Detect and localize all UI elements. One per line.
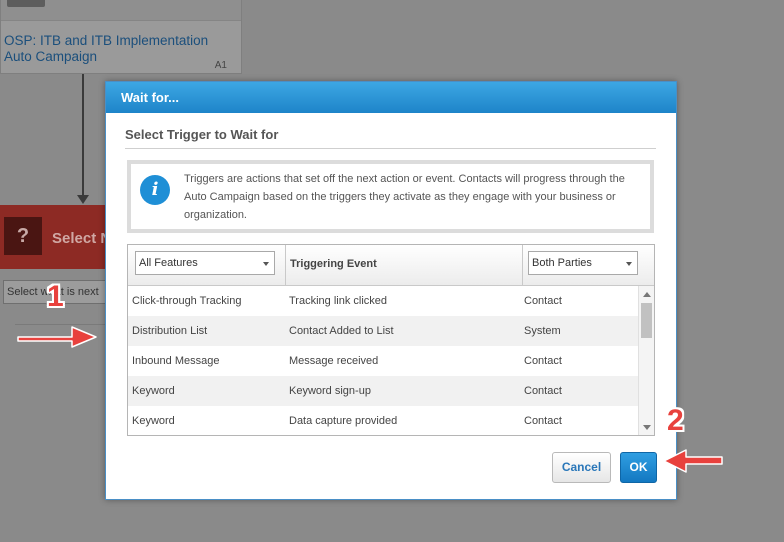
connector-arrow-icon: [77, 195, 89, 204]
ok-button[interactable]: OK: [620, 452, 657, 483]
row-event: Message received: [289, 355, 379, 367]
row-feature: Keyword: [132, 415, 175, 427]
select-node-label: Select N: [52, 230, 112, 247]
info-box: i Triggers are actions that set off the …: [127, 160, 654, 233]
wait-for-dialog: Wait for... Select Trigger to Wait for i…: [105, 81, 677, 500]
row-party: Contact: [524, 415, 562, 427]
annotation-step-1: 1: [47, 280, 64, 313]
annotation-arrow-left-icon: [663, 449, 723, 473]
row-party: Contact: [524, 355, 562, 367]
features-filter-value: All Features: [139, 257, 198, 269]
dialog-subtitle: Select Trigger to Wait for: [125, 127, 279, 142]
header-event: Triggering Event: [286, 245, 523, 285]
row-event: Contact Added to List: [289, 325, 394, 337]
campaign-node-header: [1, 0, 241, 21]
node-badge: [7, 0, 45, 7]
campaign-node-code: A1: [214, 60, 227, 71]
annotation-step-2: 2: [667, 404, 684, 437]
table-header: All Features Triggering Event Both Parti…: [128, 245, 654, 286]
annotation-arrow-right-icon: [17, 326, 97, 348]
chevron-down-icon: [626, 262, 632, 266]
table-row[interactable]: Inbound Message Message received Contact: [128, 346, 638, 376]
header-features: All Features: [128, 245, 286, 285]
row-feature: Click-through Tracking: [132, 295, 242, 307]
info-panel: i Triggers are actions that set off the …: [131, 164, 650, 229]
flow-connector: [82, 74, 84, 198]
row-event: Tracking link clicked: [289, 295, 388, 307]
divider: [125, 148, 656, 149]
row-party: Contact: [524, 295, 562, 307]
triggering-event-header: Triggering Event: [290, 258, 377, 270]
row-event: Keyword sign-up: [289, 385, 371, 397]
table-row[interactable]: Distribution List Contact Added to List …: [128, 316, 638, 346]
info-text: Triggers are actions that set off the ne…: [184, 173, 625, 221]
table-body: Click-through Tracking Tracking link cli…: [128, 286, 638, 435]
table-row[interactable]: Click-through Tracking Tracking link cli…: [128, 286, 638, 316]
features-filter-select[interactable]: All Features: [135, 251, 275, 275]
row-party: Contact: [524, 385, 562, 397]
row-feature: Inbound Message: [132, 355, 220, 367]
scroll-down-icon[interactable]: [643, 425, 651, 430]
info-icon: i: [140, 175, 170, 205]
row-feature: Keyword: [132, 385, 175, 397]
campaign-node-title: OSP: ITB and ITB Implementation Auto Cam…: [4, 33, 209, 64]
table-row[interactable]: Keyword Keyword sign-up Contact: [128, 376, 638, 406]
header-parties: Both Parties: [523, 245, 654, 285]
question-icon: ?: [4, 217, 42, 255]
table-row[interactable]: Keyword Data capture provided Contact: [128, 406, 638, 435]
row-party: System: [524, 325, 561, 337]
row-event: Data capture provided: [289, 415, 398, 427]
parties-filter-select[interactable]: Both Parties: [528, 251, 638, 275]
scroll-up-icon[interactable]: [643, 292, 651, 297]
trigger-table: All Features Triggering Event Both Parti…: [127, 244, 655, 436]
table-scrollbar[interactable]: [638, 286, 654, 435]
row-feature: Distribution List: [132, 325, 208, 337]
scroll-thumb[interactable]: [641, 303, 652, 338]
campaign-node[interactable]: OSP: ITB and ITB Implementation Auto Cam…: [0, 0, 242, 74]
parties-filter-value: Both Parties: [532, 257, 592, 269]
cancel-button[interactable]: Cancel: [552, 452, 611, 483]
chevron-down-icon: [263, 262, 269, 266]
dialog-title[interactable]: Wait for...: [106, 82, 676, 113]
select-next-node[interactable]: ? Select N: [0, 205, 120, 269]
